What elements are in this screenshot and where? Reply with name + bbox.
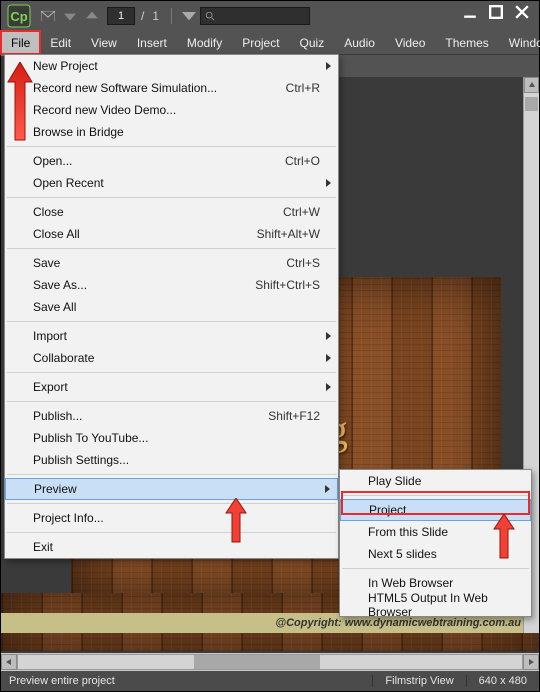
menu-insert[interactable]: Insert [127,31,177,54]
file-export[interactable]: Export [5,376,338,398]
preview-next5[interactable]: Next 5 slides [340,543,531,565]
hscroll-thumb[interactable] [194,655,320,669]
chevron-right-icon [324,351,332,365]
svg-text:Cp: Cp [10,9,27,24]
status-dimensions: 640 x 480 [467,675,539,687]
file-save-all[interactable]: Save All [5,296,338,318]
chevron-right-icon [324,380,332,394]
chevron-right-icon [324,59,332,73]
preview-html5[interactable]: HTML5 Output In Web Browser [340,594,531,616]
scroll-up-icon[interactable] [524,77,539,93]
file-browse-bridge[interactable]: Browse in Bridge [5,121,338,143]
file-open[interactable]: Open...Ctrl+O [5,150,338,172]
mail-icon[interactable] [41,9,55,23]
arrow-up-icon[interactable] [85,9,99,23]
preview-submenu: Play Slide Project From this Slide Next … [339,469,532,617]
page-total: 1 [152,9,159,23]
file-save-as[interactable]: Save As...Shift+Ctrl+S [5,274,338,296]
file-close-all[interactable]: Close AllShift+Alt+W [5,223,338,245]
menu-audio[interactable]: Audio [334,31,385,54]
horizontal-scrollbar[interactable] [1,653,539,671]
file-exit[interactable]: Exit [5,536,338,558]
menu-quiz[interactable]: Quiz [290,31,335,54]
search-input[interactable] [200,7,310,25]
file-new-project[interactable]: New Project [5,55,338,77]
toolbar-separator [171,8,172,24]
scroll-left-icon[interactable] [1,654,17,670]
file-menu: New Project Record new Software Simulati… [4,54,339,559]
file-publish-youtube[interactable]: Publish To YouTube... [5,427,338,449]
page-current-input[interactable]: 1 [107,7,135,25]
chevron-right-icon [324,176,332,190]
dropdown-icon[interactable] [182,9,196,23]
scroll-thumb[interactable] [525,97,538,111]
file-record-sim[interactable]: Record new Software Simulation...Ctrl+R [5,77,338,99]
file-open-recent[interactable]: Open Recent [5,172,338,194]
chevron-right-icon [323,482,331,496]
title-bar: Cp 1 / 1 [1,1,539,31]
close-button[interactable] [515,5,529,19]
menu-project[interactable]: Project [232,31,289,54]
maximize-button[interactable] [489,5,503,19]
file-preview[interactable]: Preview [5,478,338,500]
preview-project[interactable]: Project [340,499,531,521]
menu-view[interactable]: View [81,31,127,54]
chevron-right-icon [324,329,332,343]
menu-window[interactable]: Window [499,31,540,54]
file-record-video[interactable]: Record new Video Demo... [5,99,338,121]
search-icon [205,11,215,21]
menubar: File Edit View Insert Modify Project Qui… [1,31,539,55]
file-import[interactable]: Import [5,325,338,347]
arrow-down-icon[interactable] [63,9,77,23]
file-publish[interactable]: Publish...Shift+F12 [5,405,338,427]
menu-modify[interactable]: Modify [177,31,232,54]
menu-themes[interactable]: Themes [435,31,498,54]
file-publish-settings[interactable]: Publish Settings... [5,449,338,471]
minimize-button[interactable] [463,5,477,19]
menu-file[interactable]: File [1,31,40,54]
page-sep: / [141,9,144,23]
status-view-mode[interactable]: Filmstrip View [372,675,466,687]
file-project-info[interactable]: Project Info... [5,507,338,529]
app-logo-icon: Cp [7,4,31,28]
status-bar: Preview entire project Filmstrip View 64… [1,671,539,691]
status-left: Preview entire project [1,675,123,687]
file-collaborate[interactable]: Collaborate [5,347,338,369]
menu-video[interactable]: Video [385,31,435,54]
preview-play-slide[interactable]: Play Slide [340,470,531,492]
file-save[interactable]: SaveCtrl+S [5,252,338,274]
file-close[interactable]: CloseCtrl+W [5,201,338,223]
preview-from-slide[interactable]: From this Slide [340,521,531,543]
scroll-right-icon[interactable] [523,654,539,670]
menu-edit[interactable]: Edit [40,31,81,54]
